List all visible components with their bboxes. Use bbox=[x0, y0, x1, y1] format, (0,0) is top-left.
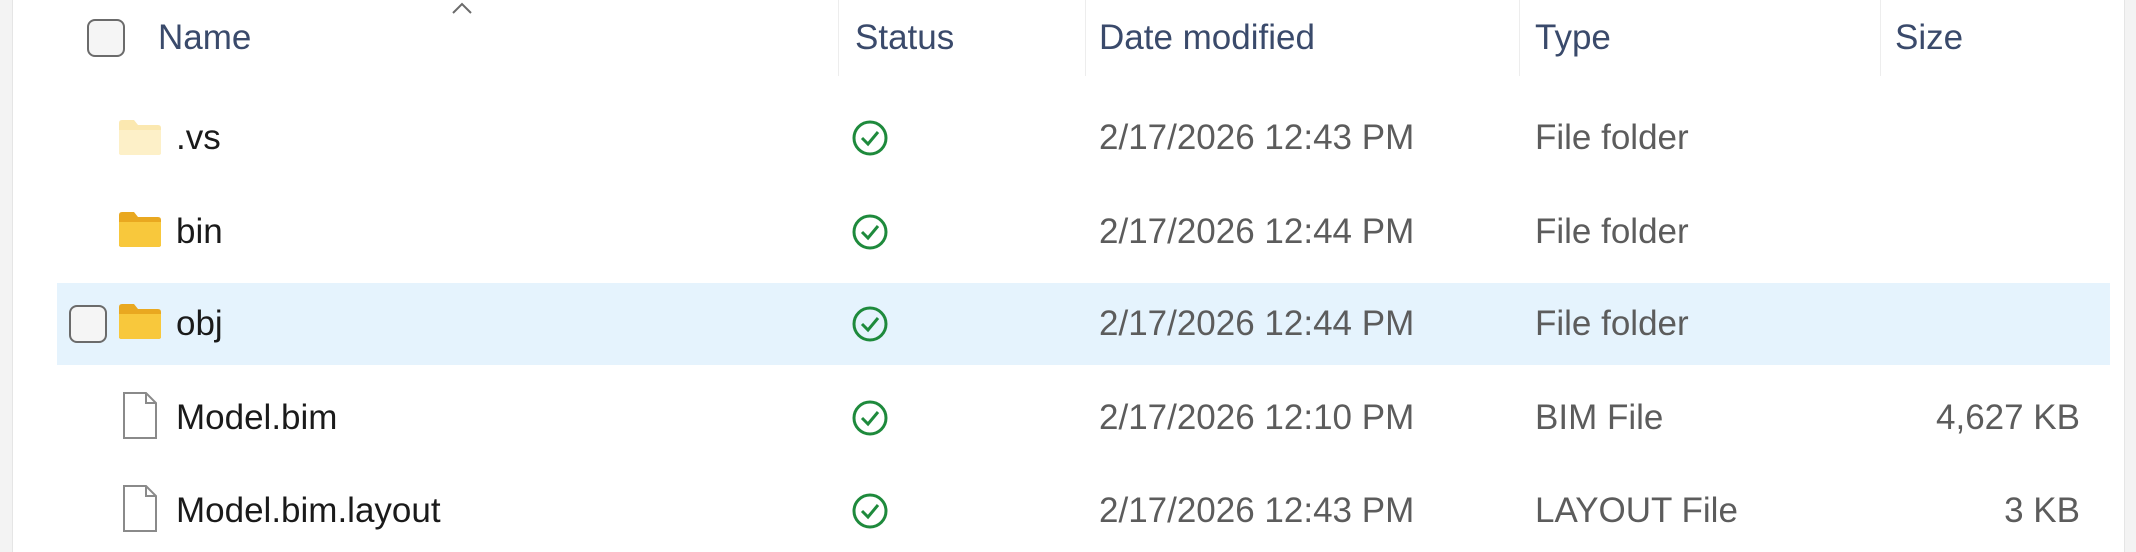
left-edge bbox=[0, 0, 13, 552]
file-name[interactable]: bin bbox=[176, 191, 223, 273]
file-icon bbox=[123, 392, 157, 439]
header-status-label: Status bbox=[855, 18, 955, 57]
synced-check-icon bbox=[852, 400, 888, 436]
synced-check-icon bbox=[852, 306, 888, 342]
table-row[interactable]: Model.bim.layout 2/17/2026 12:43 PM LAYO… bbox=[57, 470, 2110, 552]
date-modified: 2/17/2026 12:43 PM bbox=[1099, 491, 1415, 530]
header-date-label: Date modified bbox=[1099, 18, 1315, 57]
column-header: Name Status Date modified Type Size bbox=[0, 0, 2124, 76]
table-row[interactable]: .vs 2/17/2026 12:43 PM File folder bbox=[57, 97, 2110, 179]
file-list-pane: Name Status Date modified Type Size .vs … bbox=[0, 0, 2136, 552]
row-select-checkbox[interactable] bbox=[69, 305, 107, 343]
column-divider[interactable] bbox=[838, 0, 839, 76]
file-name[interactable]: .vs bbox=[176, 97, 221, 179]
date-modified: 2/17/2026 12:44 PM bbox=[1099, 212, 1415, 251]
header-size[interactable]: Size bbox=[1895, 0, 2115, 76]
folder-icon bbox=[119, 212, 161, 247]
synced-check-icon bbox=[852, 120, 888, 156]
header-size-label: Size bbox=[1895, 18, 1964, 57]
file-name[interactable]: obj bbox=[176, 283, 223, 365]
synced-check-icon bbox=[852, 214, 888, 250]
file-name[interactable]: Model.bim.layout bbox=[176, 470, 441, 552]
date-modified: 2/17/2026 12:43 PM bbox=[1099, 118, 1415, 157]
file-type: BIM File bbox=[1535, 398, 1664, 437]
select-all-checkbox[interactable] bbox=[87, 19, 125, 57]
table-row-hovered[interactable]: obj 2/17/2026 12:44 PM File folder bbox=[57, 283, 2110, 365]
folder-icon bbox=[119, 304, 161, 339]
header-name-label: Name bbox=[158, 18, 252, 57]
header-name[interactable]: Name bbox=[158, 0, 838, 76]
date-modified: 2/17/2026 12:44 PM bbox=[1099, 304, 1415, 343]
table-row[interactable]: Model.bim 2/17/2026 12:10 PM BIM File 4,… bbox=[57, 377, 2110, 459]
file-type: LAYOUT File bbox=[1535, 491, 1738, 530]
column-divider[interactable] bbox=[1519, 0, 1520, 76]
header-type[interactable]: Type bbox=[1535, 0, 1880, 76]
file-type: File folder bbox=[1535, 304, 1689, 343]
column-divider[interactable] bbox=[1880, 0, 1881, 76]
header-status[interactable]: Status bbox=[855, 0, 1085, 76]
date-modified: 2/17/2026 12:10 PM bbox=[1099, 398, 1415, 437]
column-divider[interactable] bbox=[1085, 0, 1086, 76]
file-icon bbox=[123, 485, 157, 532]
file-size: 3 KB bbox=[2004, 491, 2080, 530]
table-row[interactable]: bin 2/17/2026 12:44 PM File folder bbox=[57, 191, 2110, 273]
right-scrollbar-track[interactable] bbox=[2124, 0, 2136, 552]
folder-icon bbox=[119, 120, 161, 155]
file-type: File folder bbox=[1535, 212, 1689, 251]
file-size: 4,627 KB bbox=[1936, 398, 2080, 437]
header-type-label: Type bbox=[1535, 18, 1611, 57]
file-name[interactable]: Model.bim bbox=[176, 377, 337, 459]
synced-check-icon bbox=[852, 493, 888, 529]
file-type: File folder bbox=[1535, 118, 1689, 157]
header-date-modified[interactable]: Date modified bbox=[1099, 0, 1519, 76]
